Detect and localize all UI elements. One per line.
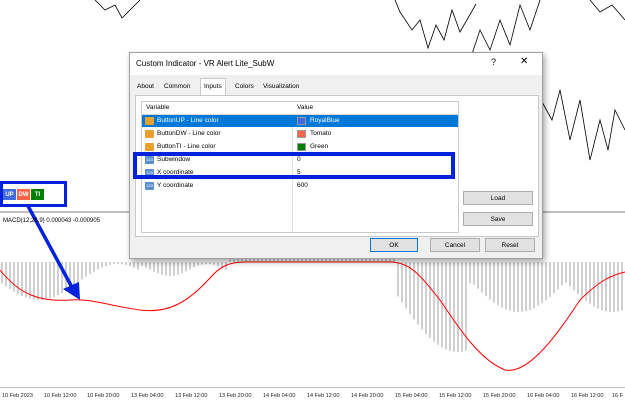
highlight-box-subwindow	[133, 152, 455, 179]
time-label: 14 Feb 04:00	[263, 393, 296, 399]
time-label: 14 Feb 20:00	[351, 393, 384, 399]
time-label: 14 Feb 12:00	[307, 393, 340, 399]
time-label: 16 Feb 12:00	[571, 393, 604, 399]
load-button[interactable]: Load	[463, 191, 533, 205]
color-icon	[145, 130, 154, 138]
color-swatch	[297, 130, 306, 138]
time-label: 15 Feb 20:00	[483, 393, 516, 399]
macd-histogram	[1, 250, 623, 352]
table-row[interactable]: ButtonUP - Line color RoyalBlue	[142, 115, 458, 127]
macd-signal-line	[0, 261, 625, 371]
color-icon	[145, 117, 154, 125]
time-axis: 10 Feb 2023 10 Feb 12:00 10 Feb 20:00 13…	[0, 388, 625, 405]
time-label: 13 Feb 12:00	[175, 393, 208, 399]
number-icon: 123	[145, 182, 154, 190]
time-label: 16 Feb 04:00	[527, 393, 560, 399]
time-label: 15 Feb 04:00	[395, 393, 428, 399]
column-variable: Variable	[146, 104, 170, 111]
column-value: Value	[297, 104, 314, 111]
time-label: 15 Feb 12:00	[439, 393, 472, 399]
dialog-titlebar[interactable]: Custom Indicator - VR Alert Lite_SubW ? …	[130, 53, 542, 75]
ok-button[interactable]: OK	[370, 238, 418, 252]
tab-colors[interactable]: Colors	[232, 80, 257, 94]
close-icon[interactable]: ✕	[520, 56, 528, 67]
time-label: 10 Feb 20:00	[87, 393, 120, 399]
table-row[interactable]: ButtonDW - Line color Tomato	[142, 128, 458, 140]
tab-visualization[interactable]: Visualization	[260, 80, 302, 94]
cancel-button[interactable]: Cancel	[430, 238, 480, 252]
table-header: Variable Value	[142, 102, 458, 115]
time-label: 10 Feb 2023	[2, 393, 33, 399]
reset-button[interactable]: Reset	[485, 238, 535, 252]
time-label: 13 Feb 04:00	[131, 393, 164, 399]
tab-inputs[interactable]: Inputs	[200, 78, 226, 95]
table-row[interactable]: 123 Y coordinate 600	[142, 180, 458, 192]
save-button[interactable]: Save	[463, 212, 533, 226]
tab-common[interactable]: Common	[161, 80, 193, 94]
color-swatch	[297, 117, 306, 125]
price-line	[94, 0, 625, 61]
macd-subwindow-label: MACD(12,26,9) 0.000043 -0.000905	[3, 218, 101, 224]
help-button[interactable]: ?	[491, 57, 496, 67]
price-line-low	[540, 89, 625, 161]
highlight-box-buttons	[0, 181, 67, 207]
time-label: 13 Feb 20:00	[219, 393, 252, 399]
color-swatch	[297, 143, 306, 151]
time-label: 16 F	[612, 393, 624, 399]
time-label: 10 Feb 12:00	[44, 393, 77, 399]
color-icon	[145, 143, 154, 151]
dialog-title: Custom Indicator - VR Alert Lite_SubW	[136, 59, 275, 68]
tab-about[interactable]: About	[134, 80, 157, 94]
